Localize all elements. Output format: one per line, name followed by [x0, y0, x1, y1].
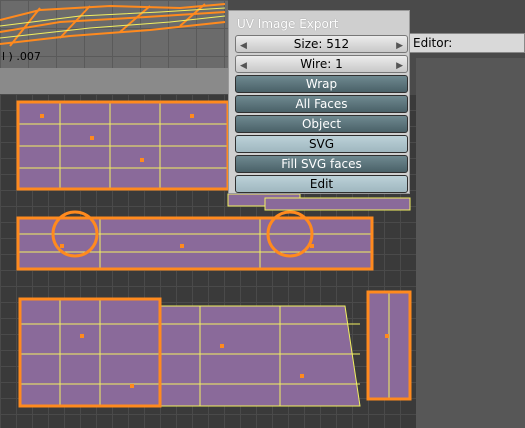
uv-island-body [159, 305, 361, 407]
uv-island-side [17, 217, 373, 270]
uv-image-export-panel: UV Image Export ◀ Size: 512 ▶ ◀ Wire: 1 … [228, 10, 410, 194]
increment-arrow-icon[interactable]: ▶ [396, 58, 403, 74]
wrap-toggle[interactable]: Wrap [235, 75, 408, 93]
decrement-arrow-icon[interactable]: ◀ [240, 58, 247, 74]
all-faces-toggle[interactable]: All Faces [235, 95, 408, 113]
size-number-field[interactable]: ◀ Size: 512 ▶ [235, 35, 408, 53]
editor-label: Editor: [413, 36, 453, 50]
svg-toggle[interactable]: SVG [235, 135, 408, 153]
panel-title: UV Image Export [237, 17, 339, 31]
wire-label: Wire: 1 [300, 57, 343, 71]
object-toggle[interactable]: Object [235, 115, 408, 133]
side-panel [416, 58, 525, 428]
size-label: Size: 512 [293, 37, 350, 51]
object-name-label: l ) .007 [2, 50, 41, 63]
wire-number-field[interactable]: ◀ Wire: 1 ▶ [235, 55, 408, 73]
uv-island-strip-2 [264, 197, 411, 211]
increment-arrow-icon[interactable]: ▶ [396, 38, 403, 54]
edit-button[interactable]: Edit [235, 175, 408, 193]
decrement-arrow-icon[interactable]: ◀ [240, 38, 247, 54]
uv-island-front [19, 298, 161, 407]
header-strip [0, 68, 228, 94]
editor-field[interactable]: Editor: [409, 33, 525, 53]
3d-viewport[interactable]: l ) .007 [0, 0, 228, 68]
fill-svg-faces-toggle[interactable]: Fill SVG faces [235, 155, 408, 173]
